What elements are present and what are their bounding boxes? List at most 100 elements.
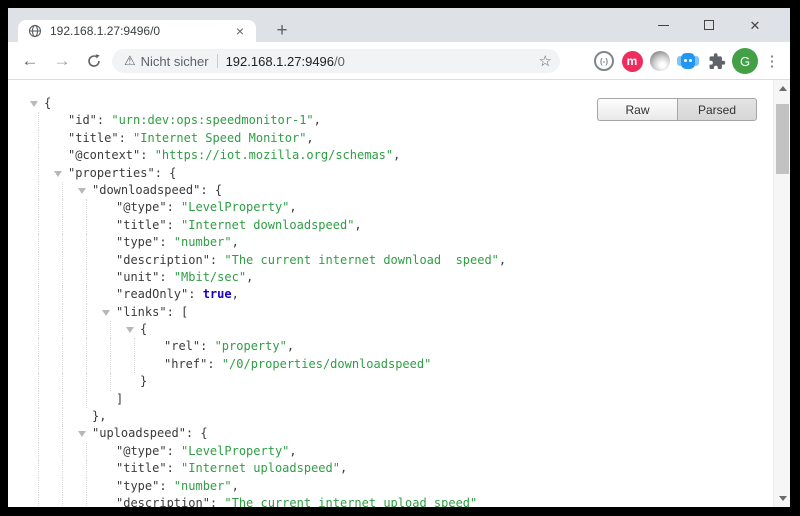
json-punctuation: { [44, 96, 51, 110]
indent-guide [86, 460, 87, 477]
json-boolean: true [203, 287, 232, 301]
tab-close-icon[interactable]: × [232, 23, 248, 39]
indent-guide [86, 321, 87, 338]
indent-guide [38, 425, 39, 442]
collapse-triangle-icon[interactable] [54, 171, 62, 177]
json-line: "unit": "Mbit/sec", [8, 269, 773, 286]
indent-guide [62, 443, 63, 460]
indent-guide [62, 182, 63, 199]
json-line: "type": "number", [8, 234, 773, 251]
indent-guide [38, 321, 39, 338]
profile-avatar[interactable]: G [732, 48, 758, 74]
indent-guide [38, 130, 39, 147]
json-string: "number" [174, 235, 232, 249]
json-line: "title": "Internet Speed Monitor", [8, 130, 773, 147]
extension-orb-button[interactable] [646, 47, 674, 75]
indent-guide [38, 252, 39, 269]
raw-button[interactable]: Raw [597, 98, 677, 121]
view-toggle: Raw Parsed [597, 98, 757, 121]
collapse-triangle-icon[interactable] [102, 310, 110, 316]
reload-button[interactable] [80, 47, 108, 75]
json-key: "title" [68, 131, 119, 145]
json-string: "LevelProperty" [181, 200, 289, 214]
json-line: "description": "The current internet upl… [8, 495, 773, 507]
json-line: "href": "/0/properties/downloadspeed" [8, 356, 773, 373]
indent-guide [86, 286, 87, 303]
parsed-button[interactable]: Parsed [677, 98, 757, 121]
json-punctuation: : [159, 479, 173, 493]
json-key: "href" [164, 357, 207, 371]
json-punctuation: : [97, 113, 111, 127]
indent-guide [86, 391, 87, 408]
json-line: ] [8, 391, 773, 408]
indent-guide [62, 356, 63, 373]
indent-guide [86, 338, 87, 355]
url-divider [217, 54, 218, 68]
json-key: "unit" [116, 270, 159, 284]
scroll-down-arrow-icon[interactable] [774, 490, 790, 507]
json-key: "@context" [68, 148, 140, 162]
minimize-button[interactable] [640, 8, 686, 42]
indent-guide [38, 356, 39, 373]
json-string: "Internet Speed Monitor" [133, 131, 306, 145]
json-punctuation: , [289, 200, 296, 214]
indent-guide [86, 234, 87, 251]
globe-icon [28, 24, 42, 38]
warning-icon: ⚠ [124, 53, 136, 69]
security-label[interactable]: Nicht sicher [141, 54, 209, 69]
json-punctuation: : [167, 461, 181, 475]
collapse-triangle-icon[interactable] [78, 431, 86, 437]
new-tab-button[interactable]: + [270, 19, 294, 43]
json-punctuation: : [159, 270, 173, 284]
indent-guide [86, 269, 87, 286]
indent-guide [62, 478, 63, 495]
indent-guide [38, 408, 39, 425]
json-string: "Internet uploadspeed" [181, 461, 340, 475]
indent-guide [38, 165, 39, 182]
extension-pink-button[interactable]: m [618, 47, 646, 75]
back-button[interactable]: ← [16, 47, 44, 75]
indent-guide [38, 495, 39, 507]
json-key: "@type" [116, 200, 167, 214]
json-punctuation: , [314, 113, 321, 127]
scroll-up-arrow-icon[interactable] [774, 80, 790, 97]
json-key: "downloadspeed" [92, 183, 200, 197]
json-punctuation: , [232, 235, 239, 249]
indent-guide [86, 373, 87, 390]
browser-tab[interactable]: 192.168.1.27:9496/0 × [18, 20, 256, 42]
indent-guide [86, 356, 87, 373]
forward-button[interactable]: → [48, 47, 76, 75]
indent-guide [86, 252, 87, 269]
extension-blue-button[interactable] [674, 47, 702, 75]
json-string: "The current internet upload speed" [224, 496, 477, 507]
indent-guide [62, 425, 63, 442]
collapse-triangle-icon[interactable] [30, 101, 38, 107]
json-line: "@type": "LevelProperty", [8, 443, 773, 460]
bookmark-star-icon[interactable]: ☆ [539, 52, 552, 70]
json-string: "Mbit/sec" [174, 270, 246, 284]
json-line: "@type": "LevelProperty", [8, 199, 773, 216]
scrollbar-thumb[interactable] [776, 104, 789, 174]
maximize-button[interactable] [686, 8, 732, 42]
indent-guide [86, 443, 87, 460]
address-bar[interactable]: ⚠ Nicht sicher 192.168.1.27:9496 /0 ☆ [112, 49, 560, 73]
browser-menu-icon[interactable]: ⋮ [760, 52, 784, 70]
json-key: "rel" [164, 339, 200, 353]
collapse-triangle-icon[interactable] [126, 327, 134, 333]
json-key: "readOnly" [116, 287, 188, 301]
json-key: "description" [116, 496, 210, 507]
json-punctuation: : [207, 357, 221, 371]
close-icon: ✕ [750, 19, 761, 32]
indent-guide [110, 338, 111, 355]
collapse-triangle-icon[interactable] [78, 188, 86, 194]
json-viewer-page: {"id": "urn:dev:ops:speedmonitor-1","tit… [8, 80, 790, 507]
indent-guide [38, 304, 39, 321]
close-button[interactable]: ✕ [732, 8, 778, 42]
vertical-scrollbar[interactable] [773, 80, 790, 507]
extensions-menu-button[interactable] [702, 47, 730, 75]
json-punctuation: , [289, 444, 296, 458]
json-punctuation: : [200, 339, 214, 353]
json-punctuation: , [354, 218, 361, 232]
json-line: "title": "Internet uploadspeed", [8, 460, 773, 477]
extension-circle-button[interactable]: (-) [590, 47, 618, 75]
